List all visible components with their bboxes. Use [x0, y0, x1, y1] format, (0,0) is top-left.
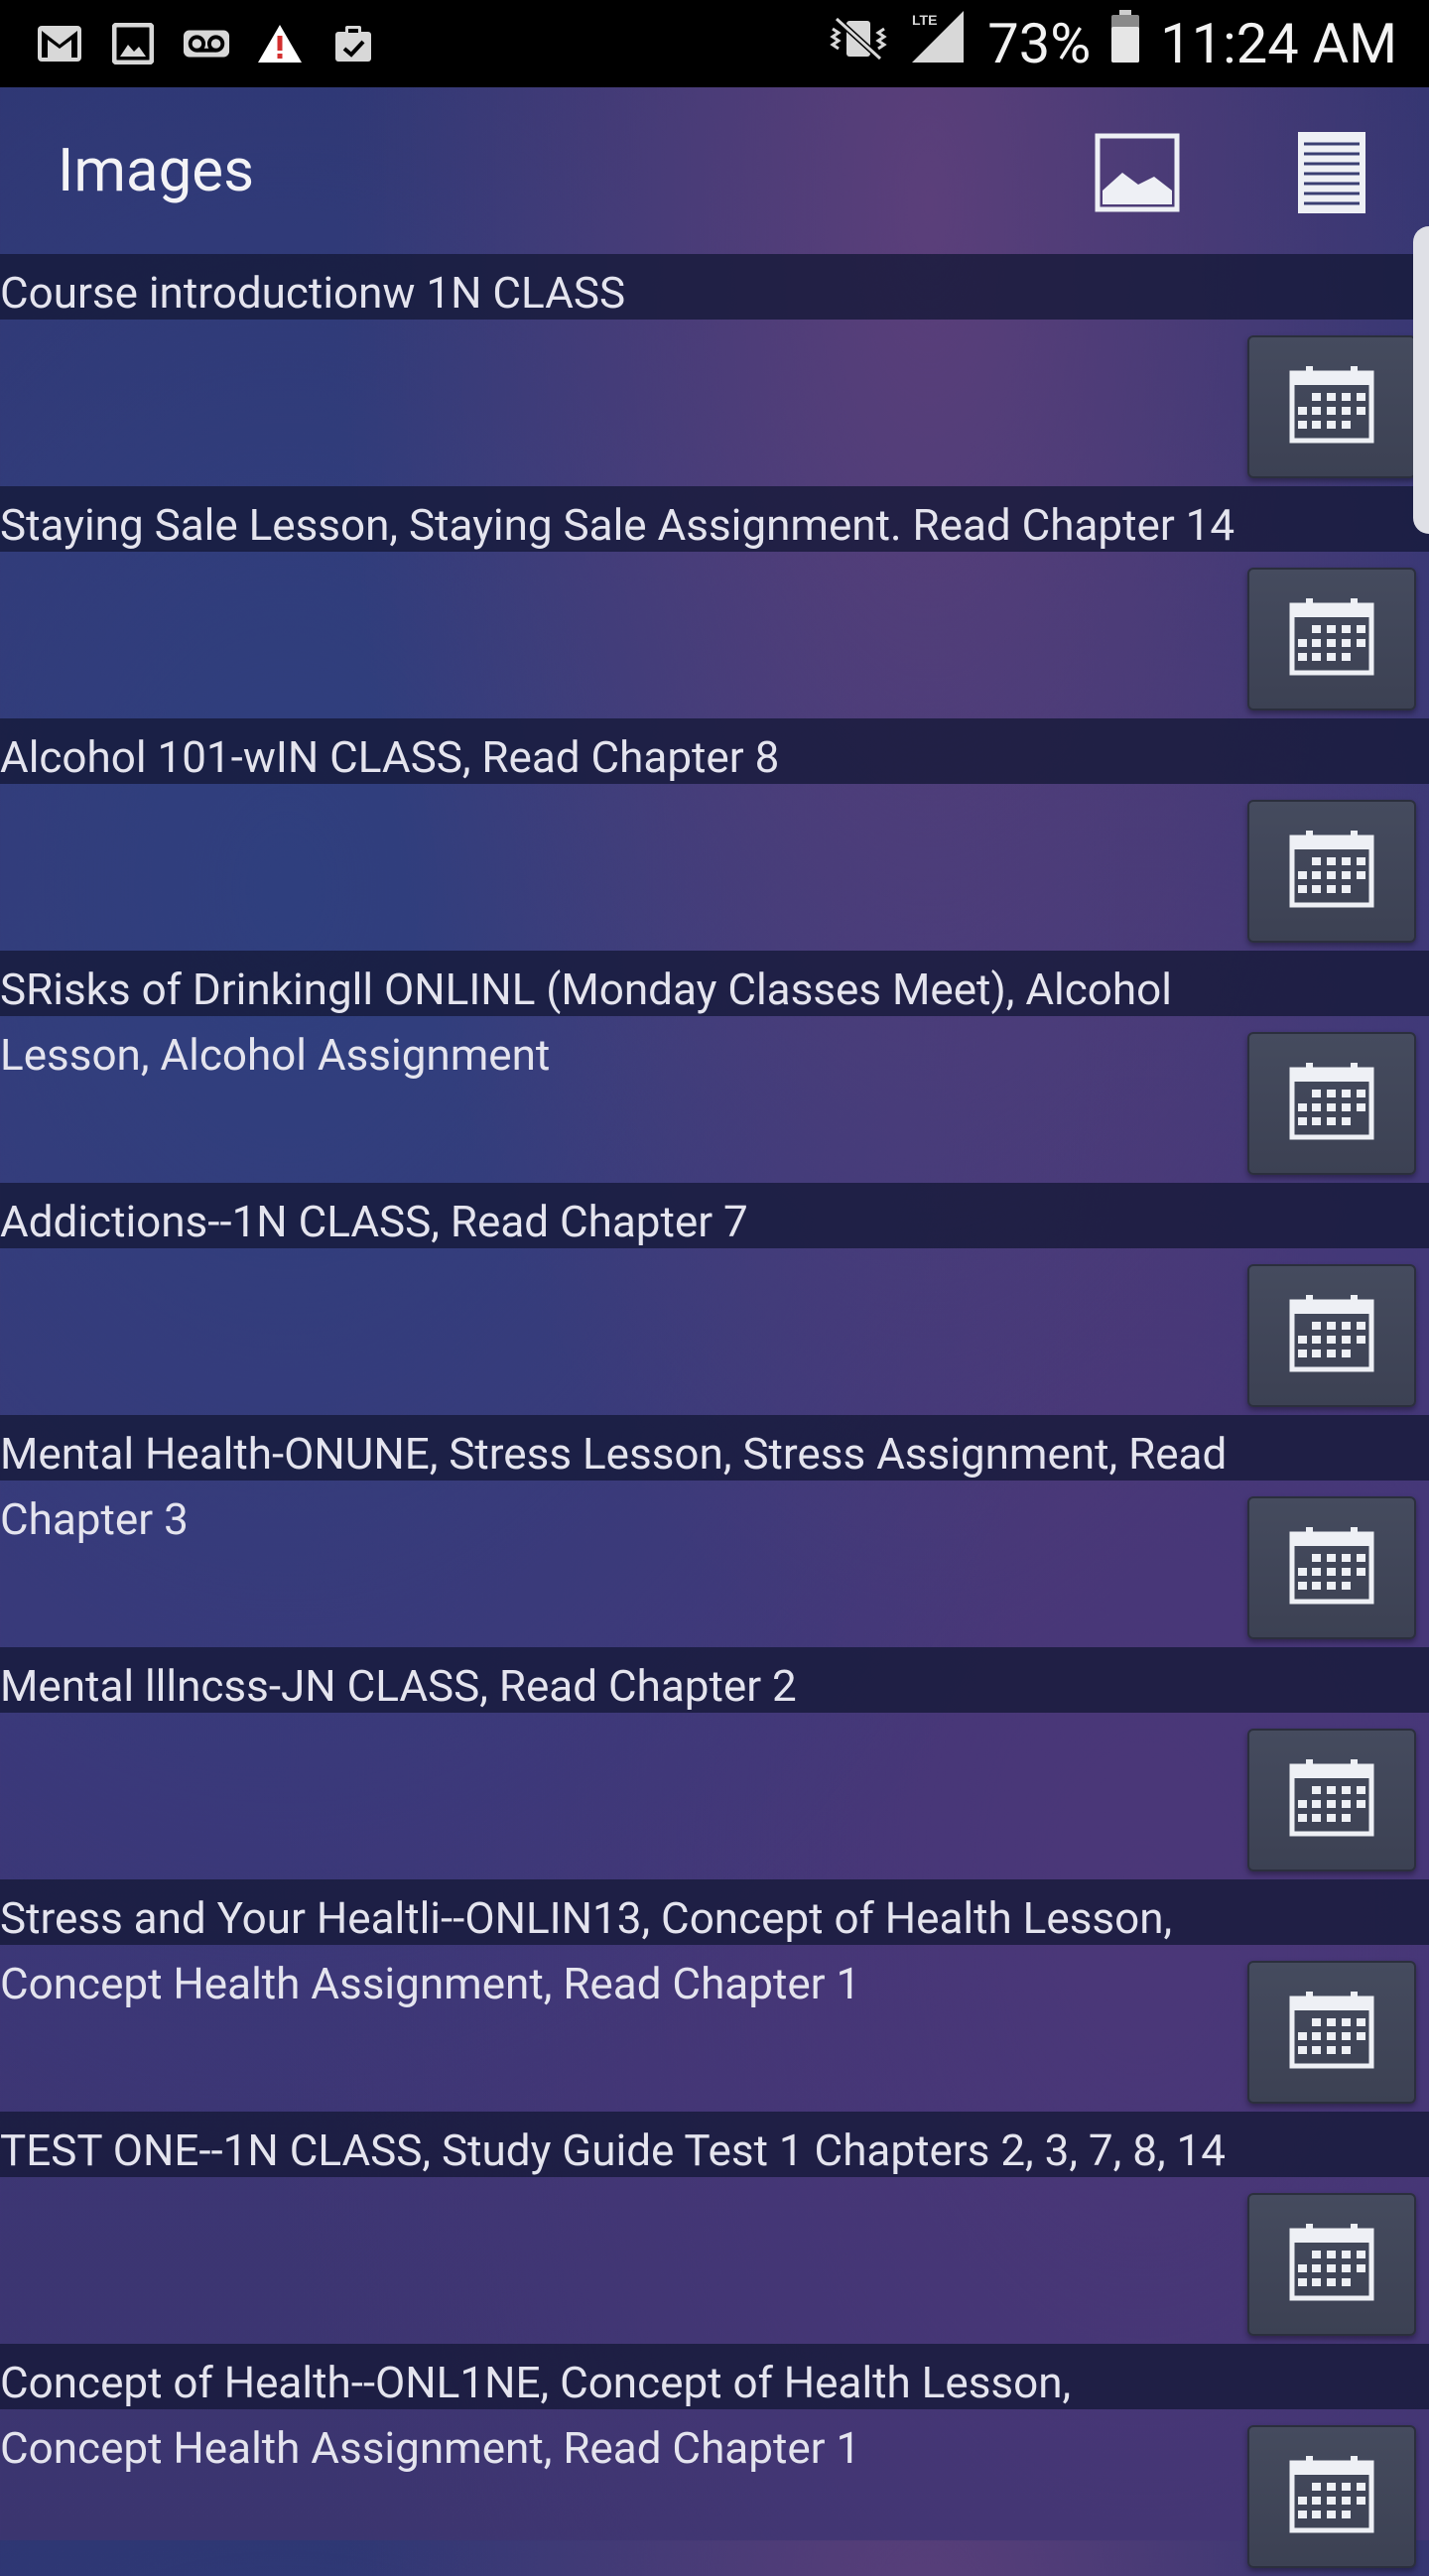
status-bar: LTE 73% 11:24 AM — [0, 0, 1429, 87]
warning-icon — [256, 20, 304, 67]
item-text: Concept of Health--ONL1NE, Concept of He… — [0, 2357, 1072, 2474]
calendar-button[interactable] — [1247, 1264, 1416, 1407]
calendar-button[interactable] — [1247, 2193, 1416, 2336]
list-item[interactable]: Stress and Your Healtli--ONLIN13, Concep… — [0, 1879, 1429, 2112]
calendar-icon — [1288, 1991, 1375, 2074]
page-title: Images — [58, 135, 255, 205]
calendar-button[interactable] — [1247, 335, 1416, 478]
images-view-button[interactable] — [1088, 125, 1187, 224]
calendar-icon — [1288, 365, 1375, 449]
item-text: Mental Health-ONUNE, Stress Lesson, Stre… — [0, 1428, 1228, 1545]
item-text: Addictions--1N CLASS, Read Chapter 7 — [0, 1196, 748, 1247]
list-item[interactable]: Mental lllncss-JN CLASS, Read Chapter 2 — [0, 1647, 1429, 1879]
list-item[interactable]: SRisks of Drinkingll ONLINL (Monday Clas… — [0, 951, 1429, 1183]
clipboard-icon — [329, 20, 377, 67]
gmail-icon — [36, 20, 83, 67]
list-item[interactable]: Alcohol 101-wIN CLASS, Read Chapter 8 — [0, 718, 1429, 951]
calendar-button[interactable] — [1247, 568, 1416, 710]
item-text: SRisks of Drinkingll ONLINL (Monday Clas… — [0, 964, 1172, 1081]
item-text: Stress and Your Healtli--ONLIN13, Concep… — [0, 1892, 1173, 2009]
calendar-icon — [1288, 830, 1375, 913]
image-icon — [1095, 133, 1180, 216]
item-text: Alcohol 101-wIN CLASS, Read Chapter 8 — [0, 731, 780, 783]
calendar-button[interactable] — [1247, 1496, 1416, 1639]
gallery-icon — [109, 20, 157, 67]
list-item[interactable]: Mental Health-ONUNE, Stress Lesson, Stre… — [0, 1415, 1429, 1647]
calendar-icon — [1288, 2223, 1375, 2306]
list-item[interactable]: Course introductionw 1N CLASS — [0, 254, 1429, 486]
calendar-icon — [1288, 1758, 1375, 1842]
calendar-button[interactable] — [1247, 2425, 1416, 2568]
signal-lte-icon: LTE — [908, 9, 968, 78]
list-item[interactable]: TEST ONE--1N CLASS, Study Guide Test 1 C… — [0, 2112, 1429, 2344]
calendar-icon — [1288, 597, 1375, 681]
calendar-icon — [1288, 2455, 1375, 2538]
list-item[interactable]: Addictions--1N CLASS, Read Chapter 7 — [0, 1183, 1429, 1415]
item-text: Mental lllncss-JN CLASS, Read Chapter 2 — [0, 1660, 797, 1712]
assignment-list: Course introductionw 1N CLASS Staying Sa… — [0, 254, 1429, 2576]
calendar-button[interactable] — [1247, 1032, 1416, 1175]
list-icon — [1296, 130, 1367, 219]
calendar-icon — [1288, 1062, 1375, 1145]
list-view-button[interactable] — [1282, 125, 1381, 224]
calendar-button[interactable] — [1247, 1961, 1416, 2104]
calendar-button[interactable] — [1247, 1729, 1416, 1871]
item-text: Course introductionw 1N CLASS — [0, 267, 626, 319]
item-text: Staying Sale Lesson, Staying Sale Assign… — [0, 499, 1235, 551]
calendar-icon — [1288, 1294, 1375, 1377]
svg-text:LTE: LTE — [912, 12, 937, 28]
app-bar: Images — [0, 87, 1429, 254]
list-item[interactable]: Staying Sale Lesson, Staying Sale Assign… — [0, 486, 1429, 718]
notification-icons — [0, 20, 377, 67]
calendar-icon — [1288, 1526, 1375, 1610]
voicemail-icon — [183, 20, 230, 67]
calendar-button[interactable] — [1247, 800, 1416, 943]
battery-icon — [1110, 10, 1140, 77]
battery-percent: 73% — [987, 11, 1092, 76]
scroll-handle[interactable] — [1413, 226, 1429, 534]
vibrate-mute-icon — [829, 11, 888, 76]
clock: 11:24 AM — [1160, 11, 1397, 76]
list-item[interactable]: Concept of Health--ONL1NE, Concept of He… — [0, 2344, 1429, 2576]
item-text: TEST ONE--1N CLASS, Study Guide Test 1 C… — [0, 2125, 1226, 2176]
system-status: LTE 73% 11:24 AM — [829, 0, 1429, 87]
